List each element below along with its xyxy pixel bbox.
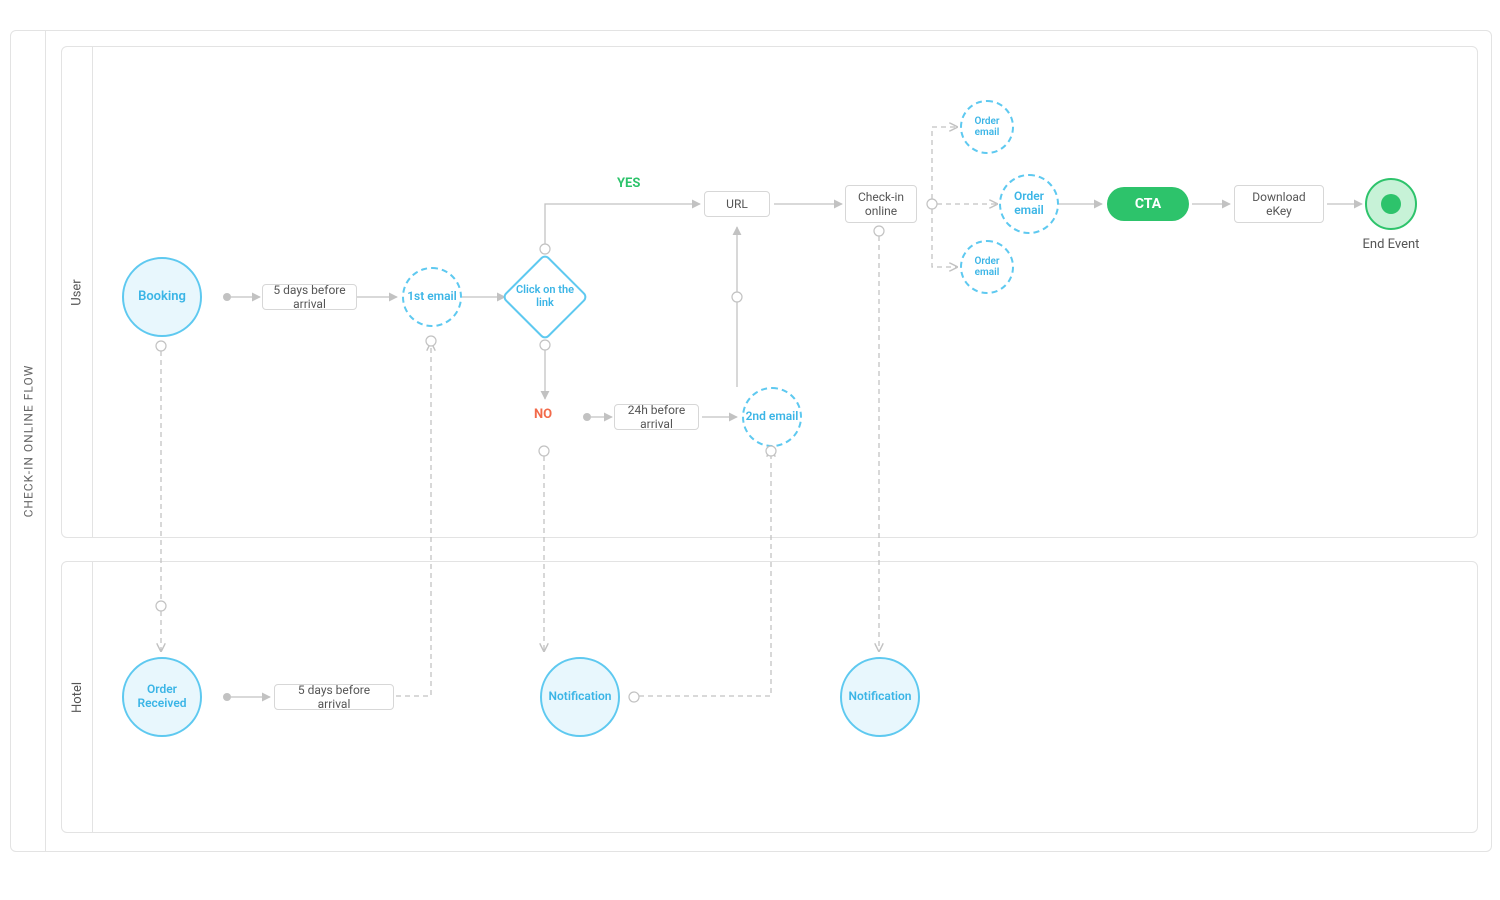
lane-user-label: User xyxy=(69,279,84,305)
end-event-label: End Event xyxy=(1356,237,1426,252)
end-event-node xyxy=(1365,178,1417,230)
cta-label: CTA xyxy=(1135,196,1161,212)
url-label: URL xyxy=(726,197,748,211)
order-received-label: Order Received xyxy=(124,683,200,711)
checkin-task: Check-in online xyxy=(845,185,917,223)
lane-user: User xyxy=(61,46,1478,538)
lane-user-title: User xyxy=(62,47,93,537)
order-email-bot-label: Order email xyxy=(962,256,1012,279)
click-link-label: Click on the link xyxy=(510,284,580,309)
order-email-mid: Order email xyxy=(999,174,1059,234)
notification2-node: Notification xyxy=(840,657,920,737)
lane-hotel-label: Hotel xyxy=(70,682,85,713)
five-days-label: 5 days before arrival xyxy=(269,283,350,312)
download-label: Download eKey xyxy=(1241,190,1317,219)
five-days-hotel-label: 5 days before arrival xyxy=(281,683,387,712)
yes-label: YES xyxy=(617,176,640,191)
order-email-bot: Order email xyxy=(960,240,1014,294)
second-email-label: 2nd email xyxy=(746,410,799,424)
first-email-node: 1st email xyxy=(402,267,462,327)
twentyfour-label: 24h before arrival xyxy=(621,403,692,432)
lane-hotel-title: Hotel xyxy=(62,562,93,832)
no-label: NO xyxy=(534,407,552,422)
twentyfour-task: 24h before arrival xyxy=(614,404,699,430)
order-email-top: Order email xyxy=(960,100,1014,154)
second-email-node: 2nd email xyxy=(742,387,802,447)
five-days-hotel-task: 5 days before arrival xyxy=(274,684,394,710)
booking-label: Booking xyxy=(138,290,186,305)
pool-title: CHECK-IN ONLINE FLOW xyxy=(11,31,46,851)
click-link-gateway: Click on the link xyxy=(510,262,580,332)
cta-node: CTA xyxy=(1107,187,1189,221)
order-received-node: Order Received xyxy=(122,657,202,737)
order-email-top-label: Order email xyxy=(962,116,1012,139)
notification2-label: Notification xyxy=(849,690,912,704)
url-task: URL xyxy=(704,191,770,217)
first-email-label: 1st email xyxy=(407,290,457,304)
end-dot-icon xyxy=(1381,194,1401,214)
pool-title-text: CHECK-IN ONLINE FLOW xyxy=(21,365,35,518)
five-days-task: 5 days before arrival xyxy=(262,284,357,310)
notification1-label: Notification xyxy=(549,690,612,704)
checkin-label: Check-in online xyxy=(852,190,910,219)
lane-hotel: Hotel Order Received 5 days before arriv… xyxy=(61,561,1478,833)
download-task: Download eKey xyxy=(1234,185,1324,223)
booking-node: Booking xyxy=(122,257,202,337)
order-email-mid-label: Order email xyxy=(1001,190,1057,218)
pool-frame: CHECK-IN ONLINE FLOW User xyxy=(10,30,1492,852)
notification1-node: Notification xyxy=(540,657,620,737)
